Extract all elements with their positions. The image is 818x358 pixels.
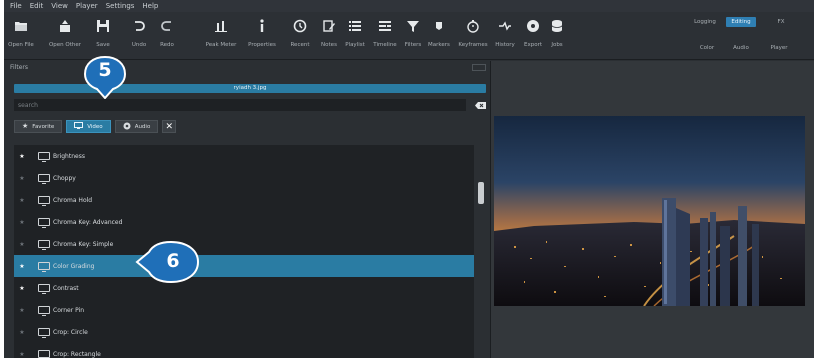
markers-icon	[430, 16, 448, 36]
menu-help[interactable]: Help	[142, 0, 158, 12]
clear-search-icon[interactable]	[474, 101, 486, 109]
menu-view[interactable]: View	[51, 0, 68, 12]
list-item[interactable]: ★ Corner Pin	[14, 299, 474, 321]
open-other-button[interactable]: Open Other	[48, 16, 82, 56]
video-filter-icon	[38, 350, 50, 358]
timeline-icon	[376, 16, 394, 36]
list-item[interactable]: ★ Choppy	[14, 167, 474, 189]
markers-button[interactable]: Markers	[422, 16, 456, 56]
monitor-icon	[74, 122, 84, 131]
player-area	[490, 61, 814, 358]
list-item[interactable]: ★ Crop: Rectangle	[14, 343, 474, 358]
panel-title: Filters	[10, 64, 28, 71]
favorite-star-icon[interactable]: ★	[14, 197, 30, 204]
mode-editing-button[interactable]: Editing	[726, 17, 756, 27]
peak-meter-button[interactable]: Peak Meter	[204, 16, 238, 56]
notes-icon	[320, 16, 338, 36]
open-file-button[interactable]: Open File	[4, 16, 38, 56]
save-icon	[94, 16, 112, 36]
playlist-button[interactable]: Playlist	[338, 16, 372, 56]
close-icon[interactable]: ✕	[162, 120, 177, 133]
video-filter-icon	[38, 152, 50, 162]
video-filter-icon	[38, 284, 50, 294]
search-input[interactable]	[14, 99, 466, 111]
favorite-star-icon[interactable]: ★	[14, 351, 30, 358]
video-filter-icon	[38, 218, 50, 228]
keyframes-button[interactable]: Keyframes	[456, 16, 490, 56]
tab-favorite[interactable]: ★ Favorite	[14, 120, 63, 133]
list-scrollbar[interactable]	[476, 145, 486, 358]
open-other-icon	[56, 16, 74, 36]
save-button[interactable]: Save	[86, 16, 120, 56]
video-filter-icon	[38, 328, 50, 338]
video-preview	[494, 116, 805, 307]
video-filter-icon	[38, 174, 50, 184]
menu-settings[interactable]: Settings	[106, 0, 135, 12]
redo-button[interactable]: Redo	[150, 16, 184, 56]
playlist-icon	[346, 16, 364, 36]
menu-player[interactable]: Player	[76, 0, 98, 12]
tab-audio[interactable]: Audio	[114, 120, 159, 133]
menu-edit[interactable]: Edit	[30, 0, 44, 12]
list-item[interactable]: ★ Chroma Key: Advanced	[14, 211, 474, 233]
mode-player-button[interactable]: Player	[764, 45, 794, 51]
open-file-icon	[12, 16, 30, 36]
video-filter-icon	[38, 262, 50, 272]
search-row	[14, 99, 486, 111]
jobs-button[interactable]: Jobs	[540, 16, 574, 56]
jobs-icon	[548, 16, 566, 36]
favorite-star-icon[interactable]: ★	[14, 307, 30, 314]
speaker-icon	[123, 122, 131, 132]
tab-video[interactable]: Video	[66, 120, 111, 133]
mode-audio-button[interactable]: Audio	[726, 45, 756, 51]
list-item-selected[interactable]: ★ Color Grading	[14, 255, 474, 277]
favorite-star-icon[interactable]: ★	[14, 263, 30, 270]
filter-category-tabs: ★ Favorite Video Audio ✕	[14, 120, 177, 133]
star-icon: ★	[22, 122, 29, 130]
mode-logging-button[interactable]: Logging	[690, 17, 720, 27]
redo-icon	[158, 16, 176, 36]
video-filter-icon	[38, 240, 50, 250]
keyframes-icon	[464, 16, 482, 36]
filters-icon	[404, 16, 422, 36]
panel-float-button[interactable]	[472, 64, 486, 71]
favorite-star-icon[interactable]: ★	[14, 329, 30, 336]
properties-icon	[253, 16, 271, 36]
video-filter-icon	[38, 196, 50, 206]
favorite-star-icon[interactable]: ★	[14, 153, 30, 160]
recent-icon	[291, 16, 309, 36]
main-toolbar: Open File Open Other Save Undo Redo Peak…	[4, 12, 814, 60]
list-item[interactable]: ★ Chroma Hold	[14, 189, 474, 211]
menu-bar: File Edit View Player Settings Help	[4, 0, 814, 12]
undo-icon	[130, 16, 148, 36]
callout-5: 5	[81, 55, 129, 99]
list-item[interactable]: ★ Contrast	[14, 277, 474, 299]
history-icon	[496, 16, 514, 36]
mode-fx-button[interactable]: FX	[766, 17, 796, 27]
list-item[interactable]: ★ Brightness	[14, 145, 474, 167]
peak-meter-icon	[212, 16, 230, 36]
callout-6: 6	[135, 240, 201, 284]
list-item[interactable]: ★ Chroma Key: Simple	[14, 233, 474, 255]
scrollbar-thumb[interactable]	[478, 182, 484, 204]
list-item[interactable]: ★ Crop: Circle	[14, 321, 474, 343]
shotcut-window: File Edit View Player Settings Help Open…	[4, 0, 814, 358]
favorite-star-icon[interactable]: ★	[14, 175, 30, 182]
menu-file[interactable]: File	[10, 0, 22, 12]
filters-panel: Filters ryiadh 3.jpg ★ Favorite Video	[4, 61, 490, 358]
favorite-star-icon[interactable]: ★	[14, 241, 30, 248]
filter-list: ★ Brightness ★ Choppy ★ Chroma Hold ★ Ch…	[14, 145, 474, 358]
video-filter-icon	[38, 306, 50, 316]
favorite-star-icon[interactable]: ★	[14, 285, 30, 292]
mode-color-button[interactable]: Color	[692, 45, 722, 51]
favorite-star-icon[interactable]: ★	[14, 219, 30, 226]
properties-button[interactable]: Properties	[245, 16, 279, 56]
